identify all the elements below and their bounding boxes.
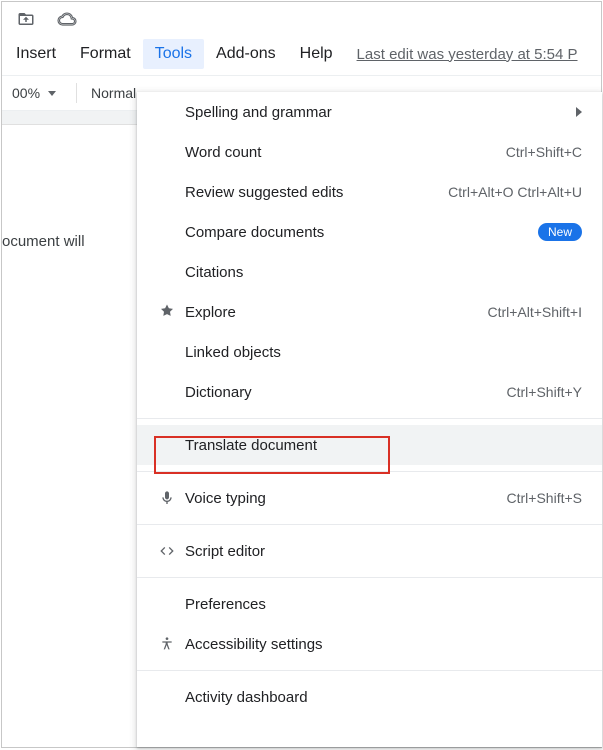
zoom-dropdown[interactable]: 00% xyxy=(6,85,62,101)
ruler xyxy=(2,111,137,125)
menu-item-label: Voice typing xyxy=(181,490,497,507)
menu-spelling-grammar[interactable]: Spelling and grammar xyxy=(137,92,602,132)
menu-item-label: Preferences xyxy=(181,596,582,613)
menu-item-shortcut: Ctrl+Alt+O Ctrl+Alt+U xyxy=(448,184,582,200)
menu-item-label: Linked objects xyxy=(181,344,582,361)
menu-word-count[interactable]: Word count Ctrl+Shift+C xyxy=(137,132,602,172)
menu-item-label: Accessibility settings xyxy=(181,636,582,653)
toolbar-divider xyxy=(76,83,77,103)
menu-item-label: Activity dashboard xyxy=(181,689,582,706)
tools-dropdown-menu: Spelling and grammar Word count Ctrl+Shi… xyxy=(137,92,602,747)
zoom-value: 00% xyxy=(12,85,40,101)
accessibility-icon xyxy=(153,635,181,653)
menu-help[interactable]: Help xyxy=(288,39,345,69)
menu-item-label: Spelling and grammar xyxy=(181,104,576,121)
title-icon-row xyxy=(2,2,601,35)
menu-addons[interactable]: Add-ons xyxy=(204,39,288,69)
menu-format[interactable]: Format xyxy=(68,39,143,69)
menu-item-shortcut: Ctrl+Alt+Shift+I xyxy=(487,304,582,320)
menu-item-label: Word count xyxy=(181,144,496,161)
menu-divider xyxy=(137,577,602,578)
menu-divider xyxy=(137,524,602,525)
menu-voice-typing[interactable]: Voice typing Ctrl+Shift+S xyxy=(137,478,602,518)
menu-item-label: Dictionary xyxy=(181,384,497,401)
menu-item-label: Compare documents xyxy=(181,224,538,241)
explore-icon xyxy=(153,303,181,321)
submenu-arrow-icon xyxy=(576,107,582,117)
menu-review-suggested-edits[interactable]: Review suggested edits Ctrl+Alt+O Ctrl+A… xyxy=(137,172,602,212)
menu-dictionary[interactable]: Dictionary Ctrl+Shift+Y xyxy=(137,372,602,412)
menu-item-shortcut: Ctrl+Shift+S xyxy=(507,490,582,506)
menu-item-shortcut: Ctrl+Shift+Y xyxy=(507,384,582,400)
new-badge: New xyxy=(538,223,582,241)
menu-script-editor[interactable]: Script editor xyxy=(137,531,602,571)
document-body-text: ocument will xyxy=(2,233,85,250)
last-edit-link[interactable]: Last edit was yesterday at 5:54 P xyxy=(357,46,578,63)
mic-icon xyxy=(153,489,181,507)
menu-item-label: Review suggested edits xyxy=(181,184,438,201)
cloud-status-icon[interactable] xyxy=(56,10,78,31)
code-icon xyxy=(153,543,181,559)
menu-preferences[interactable]: Preferences xyxy=(137,584,602,624)
menu-tools[interactable]: Tools xyxy=(143,39,204,69)
menu-translate-document[interactable]: Translate document xyxy=(137,425,602,465)
move-to-folder-icon[interactable] xyxy=(16,10,36,31)
paragraph-style-dropdown[interactable]: Normal xyxy=(91,85,136,101)
menu-bar: Insert Format Tools Add-ons Help Last ed… xyxy=(2,35,601,75)
menu-linked-objects[interactable]: Linked objects xyxy=(137,332,602,372)
menu-insert[interactable]: Insert xyxy=(4,39,68,69)
menu-compare-documents[interactable]: Compare documents New xyxy=(137,212,602,252)
menu-explore[interactable]: Explore Ctrl+Alt+Shift+I xyxy=(137,292,602,332)
menu-item-label: Translate document xyxy=(181,437,582,454)
menu-citations[interactable]: Citations xyxy=(137,252,602,292)
menu-divider xyxy=(137,670,602,671)
menu-divider xyxy=(137,471,602,472)
menu-accessibility-settings[interactable]: Accessibility settings xyxy=(137,624,602,664)
menu-item-label: Script editor xyxy=(181,543,582,560)
menu-item-label: Explore xyxy=(181,304,477,321)
menu-divider xyxy=(137,418,602,419)
chevron-down-icon xyxy=(48,91,56,96)
menu-item-shortcut: Ctrl+Shift+C xyxy=(506,144,582,160)
menu-item-label: Citations xyxy=(181,264,582,281)
menu-activity-dashboard[interactable]: Activity dashboard xyxy=(137,677,602,717)
